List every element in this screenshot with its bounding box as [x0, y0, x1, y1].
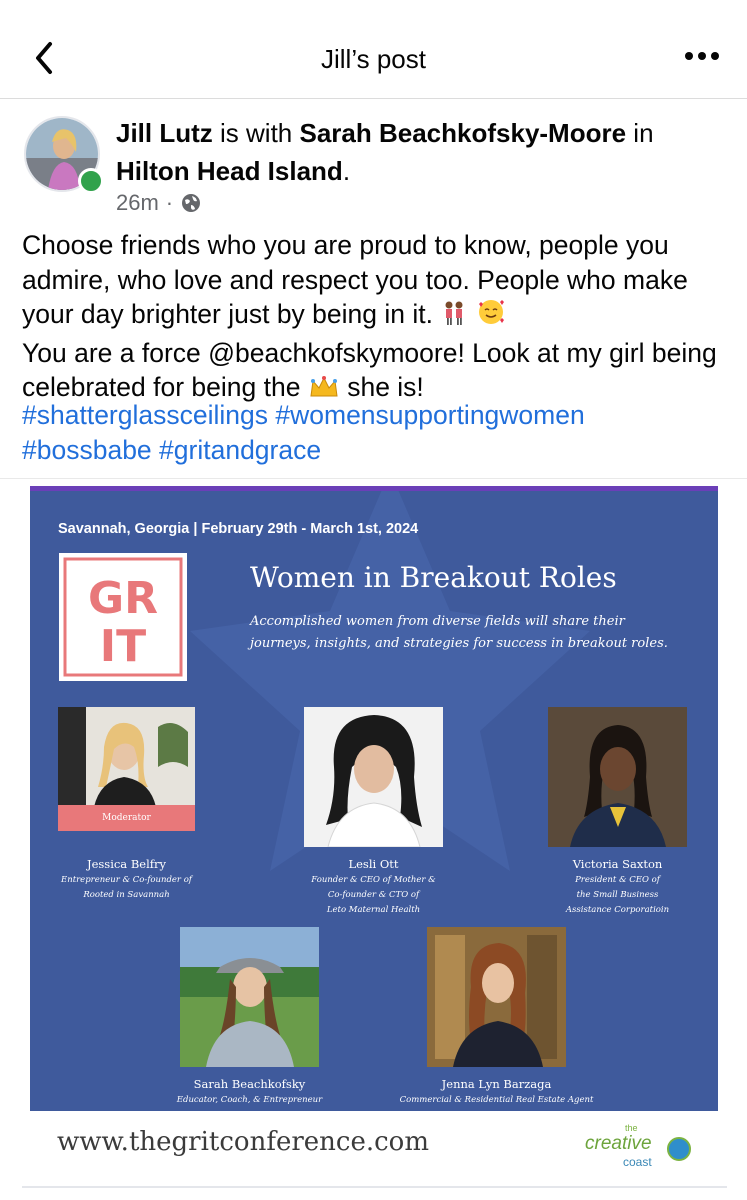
conference-url: www.thegritconference.com [57, 1127, 429, 1157]
speaker-name: Jessica Belfry [86, 857, 167, 871]
hashtag-link[interactable]: #womensupportingwomen [275, 400, 584, 430]
creative-coast-logo: the creative coast [585, 1123, 705, 1169]
speaker-role: Commercial & Residential Real Estate Age… [399, 1095, 594, 1105]
top-bar: Jill’s post [0, 0, 747, 99]
poster-title: Women in Breakout Roles [250, 561, 617, 594]
speaker-photo [304, 707, 443, 847]
tagged-person[interactable]: Sarah Beachkofsky-Moore [300, 118, 627, 148]
speaker-name: Lesli Ott [348, 857, 399, 871]
hashtags: #shatterglassceilings #womensupportingwo… [22, 398, 737, 467]
two-women-emoji [440, 299, 468, 336]
speaker-role: Entrepreneur & Co-founder of Rooted in Sa… [61, 875, 192, 900]
speaker-role: Educator, Coach, & Entrepreneur [176, 1095, 323, 1105]
divider [22, 1186, 727, 1188]
post-body: Choose friends who you are proud to know… [22, 228, 737, 409]
ellipsis-icon[interactable] [682, 44, 722, 68]
event-date-location: Savannah, Georgia | February 29th - Marc… [58, 521, 419, 537]
avatar[interactable] [24, 116, 104, 194]
speaker-name: Jenna Lyn Barzaga [441, 1077, 552, 1091]
speaker-photo [58, 707, 195, 807]
hashtag-link[interactable]: #gritandgrace [159, 435, 321, 465]
hashtag-link[interactable]: #bossbabe [22, 435, 152, 465]
poster-footer: www.thegritconference.com the creative c… [30, 1111, 718, 1179]
svg-text:IT: IT [100, 621, 146, 672]
author-name[interactable]: Jill Lutz [116, 118, 213, 148]
speaker-photo [180, 927, 319, 1067]
speaker-photo [548, 707, 687, 847]
svg-text:GR: GR [88, 573, 158, 624]
page-title: Jill’s post [320, 44, 426, 74]
event-poster-image[interactable]: Savannah, Georgia | February 29th - Marc… [30, 486, 718, 1116]
speaker-role: Founder & CEO of Mother & Co-founder & CT… [311, 875, 436, 915]
poster-subtitle: Accomplished women from diverse fields w… [250, 614, 668, 651]
grit-logo: GR IT [59, 553, 187, 681]
speaker-name: Sarah Beachkofsky [193, 1077, 306, 1091]
location-link[interactable]: Hilton Head Island [116, 156, 343, 186]
online-status-dot [78, 168, 104, 194]
post-meta: 26m · [116, 190, 202, 216]
speaker-name: Victoria Saxton [572, 857, 663, 871]
post-time[interactable]: 26m [116, 190, 159, 216]
speaker-photo [427, 927, 566, 1067]
smiling-face-hearts-emoji [476, 297, 506, 336]
post-header: Jill Lutz is with Sarah Beachkofsky-Moor… [116, 118, 654, 186]
speaker-role: President & CEO of the Small Business Assi… [565, 875, 670, 915]
hashtag-link[interactable]: #shatterglassceilings [22, 400, 268, 430]
moderator-badge: Moderator [58, 805, 195, 831]
globe-icon [182, 194, 201, 212]
